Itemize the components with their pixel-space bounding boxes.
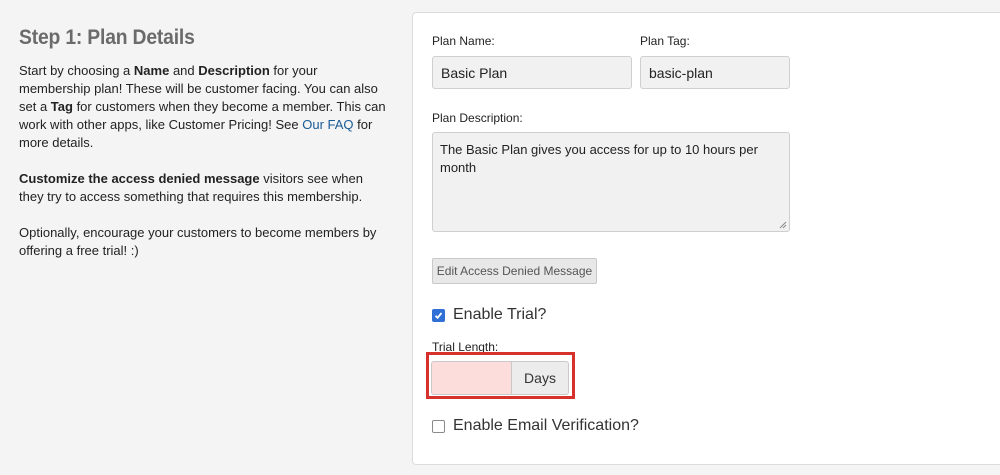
trial-unit-addon: Days	[511, 361, 569, 395]
plan-tag-input[interactable]: basic-plan	[640, 56, 790, 89]
plan-description-text: The Basic Plan gives you access for up t…	[440, 142, 758, 175]
enable-trial-row[interactable]: Enable Trial?	[432, 306, 546, 324]
enable-email-verification-label: Enable Email Verification?	[453, 417, 639, 434]
text: Start by choosing a	[19, 63, 134, 78]
bold-name: Name	[133, 63, 170, 78]
intro-paragraph: Start by choosing a Name and Description…	[19, 62, 389, 152]
text: and	[169, 63, 199, 78]
plan-name-label: Plan Name:	[432, 34, 495, 48]
trial-length-input[interactable]	[431, 361, 512, 395]
step-title: Step 1: Plan Details	[19, 26, 195, 49]
enable-email-verification-checkbox[interactable]	[432, 419, 445, 433]
edit-access-denied-button[interactable]: Edit Access Denied Message	[432, 258, 597, 284]
plan-name-input[interactable]: Basic Plan	[432, 56, 632, 89]
bold-description: Description	[198, 63, 270, 78]
enable-email-verification-row[interactable]: Enable Email Verification?	[432, 417, 639, 435]
step-description: Step 1: Plan Details Start by choosing a…	[19, 26, 389, 278]
bold-tag: Tag	[50, 99, 73, 114]
access-denied-paragraph: Customize the access denied message visi…	[19, 170, 389, 206]
enable-trial-checkbox[interactable]	[432, 308, 445, 322]
enable-trial-label: Enable Trial?	[453, 306, 547, 323]
trial-paragraph: Optionally, encourage your customers to …	[19, 225, 377, 258]
checkmark-icon	[434, 311, 443, 319]
plan-description-label: Plan Description:	[432, 111, 523, 125]
faq-link[interactable]: Our FAQ	[302, 117, 353, 132]
plan-description-textarea[interactable]: The Basic Plan gives you access for up t…	[432, 132, 790, 232]
plan-tag-label: Plan Tag:	[640, 34, 690, 48]
resize-grip-icon[interactable]	[779, 221, 787, 229]
bold-access-denied: Customize the access denied message	[19, 171, 260, 186]
